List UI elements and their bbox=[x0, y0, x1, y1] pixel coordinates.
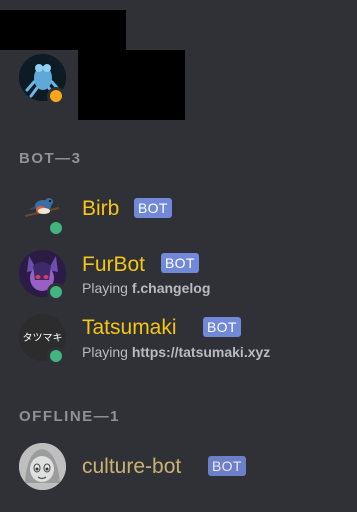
status-online-indicator bbox=[47, 347, 65, 365]
section-header-bot: BOT—3 bbox=[19, 150, 82, 167]
member-activity: Playing f.changelog bbox=[82, 280, 210, 297]
redacted-block-top bbox=[0, 10, 126, 50]
member-activity: Playing https://tatsumaki.xyz bbox=[82, 344, 270, 361]
member-name: Birb bbox=[82, 197, 120, 220]
top-user-row[interactable] bbox=[0, 54, 357, 106]
bot-tag: BOT bbox=[134, 198, 172, 218]
bot-tag: BOT bbox=[208, 456, 246, 476]
culture-bot-avatar-image bbox=[19, 443, 66, 490]
member-name: Tatsumaki bbox=[82, 316, 177, 339]
member-name: culture-bot bbox=[82, 455, 182, 478]
avatar bbox=[19, 443, 66, 490]
status-idle-indicator bbox=[47, 87, 65, 105]
tatsumaki-avatar-text: タツマキ bbox=[22, 333, 63, 344]
activity-detail: https://tatsumaki.xyz bbox=[131, 344, 271, 360]
activity-prefix: Playing bbox=[82, 344, 128, 360]
section-header-offline: OFFLINE—1 bbox=[19, 408, 121, 425]
bot-tag: BOT bbox=[203, 317, 241, 337]
member-row-tatsumaki[interactable]: タツマキ Tatsumaki BOT Playing https://tatsu… bbox=[0, 314, 357, 366]
bot-tag: BOT bbox=[161, 253, 199, 273]
status-online-indicator bbox=[47, 219, 65, 237]
member-row-furbot[interactable]: FurBot BOT Playing f.changelog bbox=[0, 250, 357, 302]
member-name: FurBot bbox=[82, 253, 146, 276]
activity-detail: f.changelog bbox=[131, 280, 211, 296]
status-online-indicator bbox=[47, 283, 65, 301]
activity-prefix: Playing bbox=[82, 280, 128, 296]
member-row-culture-bot[interactable]: culture-bot BOT bbox=[0, 443, 357, 495]
member-row-birb[interactable]: Birb BOT bbox=[0, 186, 357, 238]
